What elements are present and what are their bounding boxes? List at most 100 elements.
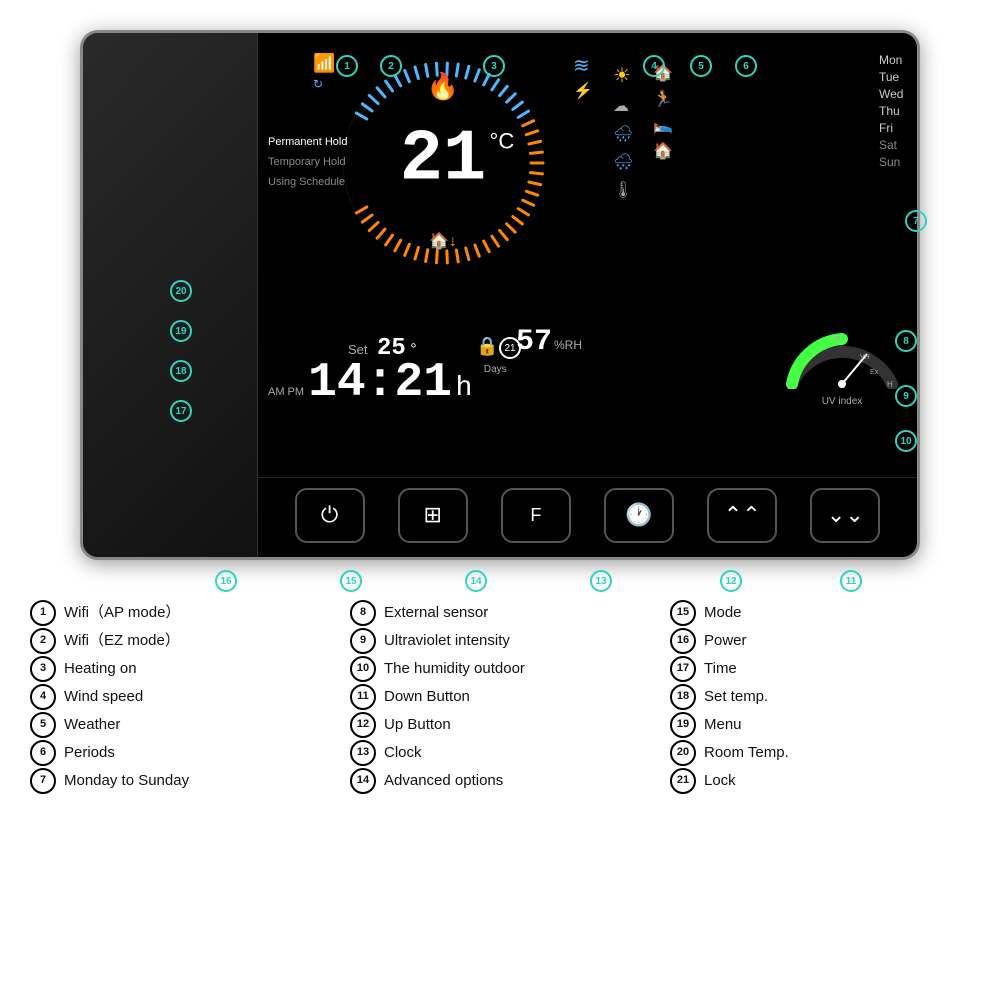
- lock-icon: 🔒: [476, 336, 498, 357]
- time-value: 14:21: [308, 359, 452, 407]
- ann-4: 4: [643, 55, 665, 77]
- legend-text-4: Wind speed: [64, 685, 143, 709]
- weather-icons: ☀ ☁ 🌧 🌨 🌡: [613, 63, 633, 200]
- svg-text:H: H: [887, 380, 893, 389]
- clock-icon: 🕐: [625, 502, 652, 528]
- day-wed: Wed: [879, 87, 907, 101]
- uv-gauge-svg: L M H VH Ex: [782, 329, 902, 389]
- legend-item-8: 8 External sensor: [350, 600, 650, 626]
- legend-text-14: Advanced options: [384, 769, 503, 793]
- legend-item-2: 2 Wifi（EZ mode）: [30, 628, 330, 654]
- day-sun: Sun: [879, 155, 907, 169]
- legend-item-10: 10 The humidity outdoor: [350, 656, 650, 682]
- legend-text-10: The humidity outdoor: [384, 657, 525, 681]
- ann-13: 13: [590, 570, 612, 592]
- day-thu: Thu: [879, 104, 907, 118]
- power-button[interactable]: ⏻: [295, 488, 365, 543]
- legend-num-17: 17: [670, 656, 696, 682]
- uv-label: UV index: [782, 396, 902, 407]
- legend-text-20: Room Temp.: [704, 741, 789, 765]
- legend-text-12: Up Button: [384, 713, 451, 737]
- humidity-value: 57: [516, 325, 552, 359]
- period-3-icon: 🛌: [653, 115, 673, 135]
- svg-text:VH: VH: [860, 354, 870, 361]
- legend-num-20: 20: [670, 740, 696, 766]
- legend-item-12: 12 Up Button: [350, 712, 650, 738]
- rain-icon: 🌧: [613, 124, 633, 144]
- legend-item-20: 20 Room Temp.: [670, 740, 970, 766]
- legend-text-17: Time: [704, 657, 737, 681]
- thermostat-device: 📶 ↻ // Will be rendered via JS below: [80, 30, 920, 560]
- legend-text-7: Monday to Sunday: [64, 769, 189, 793]
- legend-num-3: 3: [30, 656, 56, 682]
- legend-num-10: 10: [350, 656, 376, 682]
- up-icon: ⌃⌃: [724, 502, 761, 528]
- legend-col-2: 8 External sensor 9 Ultraviolet intensit…: [350, 600, 650, 794]
- legend-text-15: Mode: [704, 601, 742, 625]
- mode-button[interactable]: ⊞: [398, 488, 468, 543]
- wind-icon: ≋: [573, 53, 593, 78]
- legend-item-14: 14 Advanced options: [350, 768, 650, 794]
- legend-num-16: 16: [670, 628, 696, 654]
- ann-16: 16: [215, 570, 237, 592]
- lightning-icon: ⚡: [573, 81, 593, 101]
- legend-num-5: 5: [30, 712, 56, 738]
- uv-gauge: L M H VH Ex UV index: [782, 329, 902, 407]
- legend-text-21: Lock: [704, 769, 736, 793]
- up-button[interactable]: ⌃⌃: [707, 488, 777, 543]
- legend-text-3: Heating on: [64, 657, 137, 681]
- legend-text-19: Menu: [704, 713, 742, 737]
- legend-item-18: 18 Set temp.: [670, 684, 970, 710]
- legend-item-5: 5 Weather: [30, 712, 330, 738]
- ampm-label: AM PM: [268, 386, 304, 398]
- legend-num-6: 6: [30, 740, 56, 766]
- down-icon: ⌄⌄: [827, 502, 864, 528]
- legend-item-17: 17 Time: [670, 656, 970, 682]
- ann-14: 14: [465, 570, 487, 592]
- legend-num-11: 11: [350, 684, 376, 710]
- day-mon: Mon: [879, 53, 907, 67]
- advanced-button[interactable]: F: [501, 488, 571, 543]
- advanced-icon: F: [530, 505, 541, 526]
- clock-button[interactable]: 🕐: [604, 488, 674, 543]
- legend-num-21: 21: [670, 768, 696, 794]
- power-icon: ⏻: [321, 502, 338, 528]
- arc-temperature-display: // Will be rendered via JS below 🔥 🏠↓ 21…: [333, 53, 553, 273]
- legend-num-9: 9: [350, 628, 376, 654]
- permanent-hold: Permanent Hold: [268, 133, 348, 153]
- down-button[interactable]: ⌄⌄: [810, 488, 880, 543]
- svg-text:M: M: [834, 334, 841, 343]
- legend-col-3: 15 Mode 16 Power 17 Time 18 Set temp. 19…: [670, 600, 970, 794]
- period-4-icon: 🏠: [653, 141, 673, 161]
- legend-num-2: 2: [30, 628, 56, 654]
- ann-20: 20: [170, 280, 192, 302]
- buttons-row: ⏻ ⊞ F 🕐 ⌃⌃ ⌄⌄: [258, 477, 917, 557]
- period-2-icon: 🏃: [653, 89, 673, 109]
- ann-19: 19: [170, 320, 192, 342]
- legend-item-21: 21 Lock: [670, 768, 970, 794]
- ann-17: 17: [170, 400, 192, 422]
- periods-icons: 🏠 🏃 🛌 🏠: [653, 63, 673, 161]
- legend-text-2: Wifi（EZ mode）: [64, 629, 180, 653]
- legend-text-1: Wifi（AP mode）: [64, 601, 180, 625]
- ann-10: 10: [895, 430, 917, 452]
- legend-item-16: 16 Power: [670, 628, 970, 654]
- heavy-rain-icon: 🌨: [613, 152, 633, 172]
- day-sat: Sat: [879, 138, 907, 152]
- legend-item-3: 3 Heating on: [30, 656, 330, 682]
- humidity-display: 57 %RH: [516, 325, 582, 359]
- legend-text-18: Set temp.: [704, 685, 768, 709]
- sun-icon: ☀: [613, 63, 633, 88]
- legend-num-14: 14: [350, 768, 376, 794]
- ann-6: 6: [735, 55, 757, 77]
- legend-item-6: 6 Periods: [30, 740, 330, 766]
- humidity-unit: %RH: [554, 338, 582, 352]
- legend-num-7: 7: [30, 768, 56, 794]
- day-tue: Tue: [879, 70, 907, 84]
- ann-15: 15: [340, 570, 362, 592]
- legend-num-4: 4: [30, 684, 56, 710]
- legend-item-15: 15 Mode: [670, 600, 970, 626]
- legend-num-18: 18: [670, 684, 696, 710]
- day-fri: Fri: [879, 121, 907, 135]
- days-of-week: Mon Tue Wed Thu Fri Sat Sun: [879, 53, 907, 169]
